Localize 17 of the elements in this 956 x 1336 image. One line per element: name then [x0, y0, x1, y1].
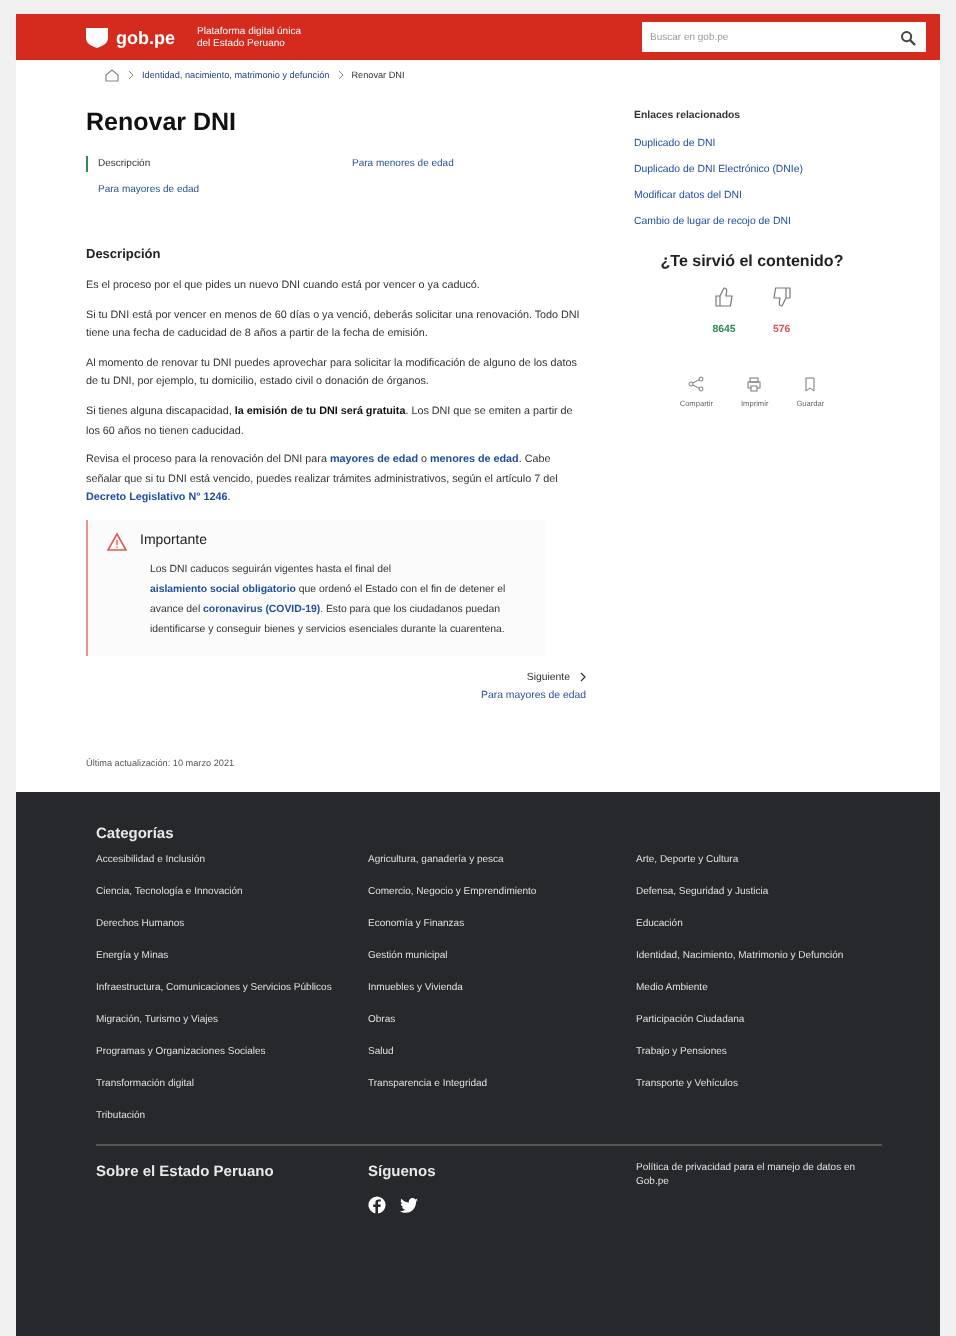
- page-title: Renovar DNI: [86, 108, 239, 136]
- search-icon[interactable]: [900, 29, 916, 45]
- bird-icon[interactable]: [400, 1196, 418, 1214]
- chevron-icon: [128, 69, 134, 79]
- logo-text[interactable]: gob.pe: [116, 27, 175, 47]
- feedback-question: ¿Te sirvió el contenido?: [658, 252, 846, 270]
- thumbs-down-icon[interactable]: [771, 286, 792, 308]
- printer-icon[interactable]: [746, 376, 763, 392]
- chevron-icon: [337, 69, 344, 79]
- warning-icon: [106, 531, 128, 552]
- thumbs-up-icon[interactable]: [713, 286, 734, 308]
- home-icon[interactable]: [104, 67, 120, 81]
- share-icon[interactable]: [688, 376, 705, 392]
- bookmark-icon[interactable]: [802, 376, 819, 392]
- facebook-icon[interactable]: [368, 1196, 386, 1214]
- chevron-icon: [580, 672, 586, 683]
- shield-icon: [84, 26, 110, 48]
